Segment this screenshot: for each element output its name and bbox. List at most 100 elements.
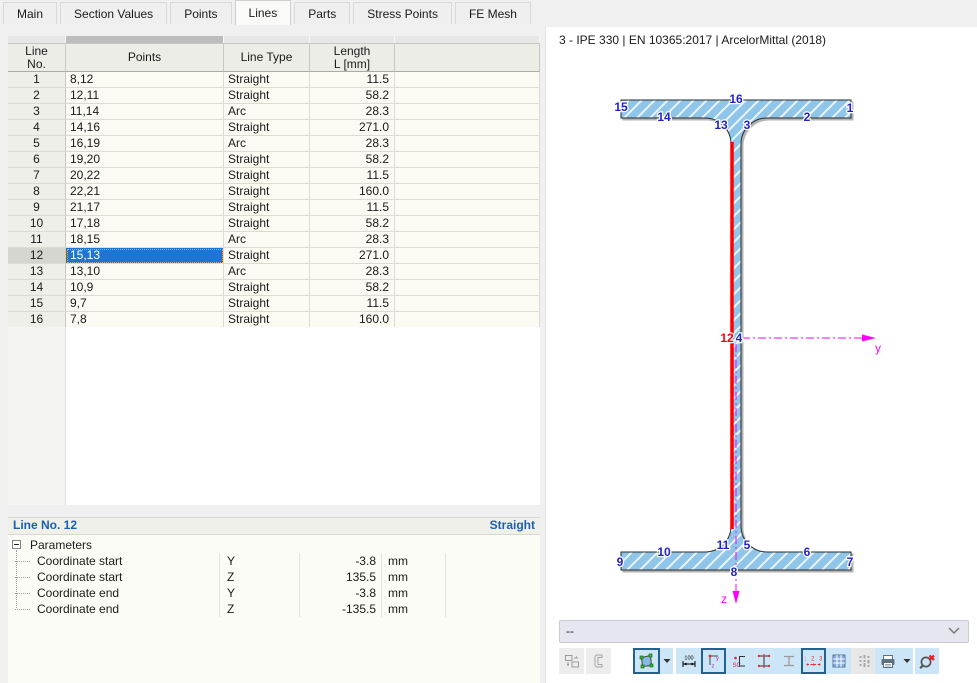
tab-section-values[interactable]: Section Values (60, 2, 168, 24)
line-type-cell[interactable]: Arc (224, 136, 310, 152)
line-type-cell[interactable]: Arc (224, 104, 310, 120)
length-cell[interactable]: 160.0 (310, 312, 395, 328)
result-table-button[interactable] (826, 648, 851, 674)
line-type-cell[interactable]: Straight (224, 296, 310, 312)
length-cell[interactable]: 58.2 (310, 152, 395, 168)
points-cell[interactable]: 11,14 (66, 104, 224, 120)
length-cell[interactable]: 58.2 (310, 280, 395, 296)
length-cell[interactable]: 271.0 (310, 120, 395, 136)
line-type-cell[interactable]: Arc (224, 264, 310, 280)
empty-cell[interactable] (395, 312, 540, 328)
length-cell[interactable]: 11.5 (310, 200, 395, 216)
empty-cell[interactable] (395, 280, 540, 296)
empty-cell[interactable] (395, 136, 540, 152)
row-number-cell[interactable]: 5 (8, 136, 66, 152)
tab-stress-points[interactable]: Stress Points (353, 2, 452, 24)
points-cell[interactable]: 10,9 (66, 280, 224, 296)
length-cell[interactable]: 160.0 (310, 184, 395, 200)
tab-fe-mesh[interactable]: FE Mesh (454, 2, 531, 24)
empty-cell[interactable] (395, 216, 540, 232)
column-header-empty[interactable] (395, 44, 540, 72)
row-number-cell[interactable]: 1 (8, 72, 66, 88)
row-number-cell[interactable]: 2 (8, 88, 66, 104)
points-cell[interactable]: 17,18 (66, 216, 224, 232)
shear-center-button[interactable]: SC (726, 648, 751, 674)
section-plain-button[interactable] (776, 648, 801, 674)
empty-cell[interactable] (395, 152, 540, 168)
line-type-cell[interactable]: Straight (224, 200, 310, 216)
points-cell[interactable]: 12,11 (66, 88, 224, 104)
dimensions-button[interactable]: 100 (676, 648, 701, 674)
row-number-cell[interactable]: 16 (8, 312, 66, 328)
section-shape-button[interactable] (586, 648, 611, 674)
length-cell[interactable]: 28.3 (310, 264, 395, 280)
points-cell[interactable]: 22,21 (66, 184, 224, 200)
length-cell[interactable]: 28.3 (310, 136, 395, 152)
column-header-line-no[interactable]: Line No. (8, 44, 66, 72)
points-cell[interactable]: 19,20 (66, 152, 224, 168)
row-number-cell[interactable]: 12 (8, 248, 66, 264)
empty-cell[interactable] (395, 168, 540, 184)
coordinate-system-button[interactable]: yz (701, 648, 726, 674)
empty-cell[interactable] (395, 248, 540, 264)
row-number-cell[interactable]: 3 (8, 104, 66, 120)
row-number-cell[interactable]: 6 (8, 152, 66, 168)
collapse-icon[interactable] (12, 540, 21, 549)
empty-cell[interactable] (395, 184, 540, 200)
length-cell[interactable]: 28.3 (310, 232, 395, 248)
empty-cell[interactable] (395, 296, 540, 312)
row-number-cell[interactable]: 15 (8, 296, 66, 312)
row-number-cell[interactable]: 14 (8, 280, 66, 296)
print-button[interactable] (875, 648, 901, 674)
empty-cell[interactable] (395, 264, 540, 280)
line-type-cell[interactable]: Arc (224, 232, 310, 248)
column-header-length[interactable]: Length L [mm] (310, 44, 395, 72)
row-number-cell[interactable]: 7 (8, 168, 66, 184)
empty-cell[interactable] (395, 72, 540, 88)
empty-cell[interactable] (395, 104, 540, 120)
line-type-cell[interactable]: Straight (224, 168, 310, 184)
length-cell[interactable]: 28.3 (310, 104, 395, 120)
line-type-cell[interactable]: Straight (224, 280, 310, 296)
view-full-section-dropdown[interactable] (660, 648, 673, 674)
line-type-cell[interactable]: Straight (224, 248, 310, 264)
line-type-cell[interactable]: Straight (224, 312, 310, 328)
length-cell[interactable]: 11.5 (310, 296, 395, 312)
points-cell[interactable]: 9,7 (66, 296, 224, 312)
line-type-cell[interactable]: Straight (224, 88, 310, 104)
column-header-points[interactable]: Points (66, 44, 224, 72)
empty-cell[interactable] (395, 232, 540, 248)
row-number-cell[interactable]: 13 (8, 264, 66, 280)
print-dropdown[interactable] (901, 648, 913, 674)
row-number-cell[interactable]: 8 (8, 184, 66, 200)
empty-cell[interactable] (395, 200, 540, 216)
points-cell[interactable]: 16,19 (66, 136, 224, 152)
row-number-cell[interactable]: 9 (8, 200, 66, 216)
line-type-cell[interactable]: Straight (224, 72, 310, 88)
points-cell[interactable]: 13,10 (66, 264, 224, 280)
empty-cell[interactable] (395, 88, 540, 104)
tab-lines[interactable]: Lines (234, 0, 292, 25)
points-cell[interactable]: 14,16 (66, 120, 224, 136)
line-type-cell[interactable]: Straight (224, 152, 310, 168)
points-cell[interactable]: 18,15 (66, 232, 224, 248)
length-cell[interactable]: 11.5 (310, 72, 395, 88)
row-number-cell[interactable]: 4 (8, 120, 66, 136)
line-type-cell[interactable]: Straight (224, 216, 310, 232)
tab-main[interactable]: Main (3, 2, 58, 24)
detail-list-button[interactable] (851, 648, 876, 674)
length-cell[interactable]: 58.2 (310, 216, 395, 232)
row-number-cell[interactable]: 11 (8, 232, 66, 248)
empty-cell[interactable] (395, 120, 540, 136)
section-dimension-lines-button[interactable] (751, 648, 776, 674)
tab-points[interactable]: Points (170, 2, 232, 24)
points-cell[interactable]: 15,13 (66, 248, 224, 264)
points-cell[interactable]: 8,12 (66, 72, 224, 88)
numbering-button[interactable]: 1 2 3 (801, 648, 826, 674)
points-cell[interactable]: 7,8 (66, 312, 224, 328)
view-full-section-button[interactable] (633, 648, 660, 674)
line-type-cell[interactable]: Straight (224, 184, 310, 200)
column-header-line-type[interactable]: Line Type (224, 44, 310, 72)
save-graphic-button[interactable] (559, 648, 584, 674)
zoom-reset-button[interactable] (915, 648, 939, 674)
